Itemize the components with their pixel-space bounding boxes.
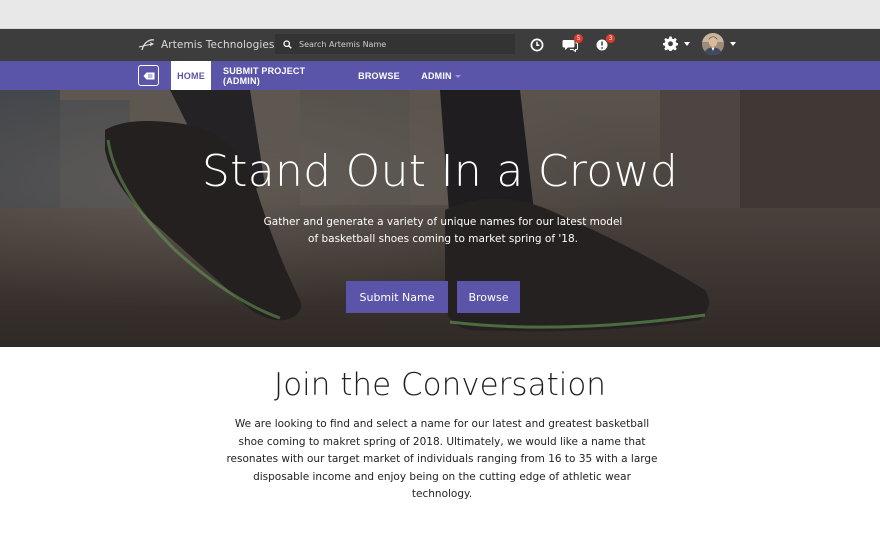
artemis-logo-icon bbox=[138, 39, 155, 51]
search-input[interactable] bbox=[299, 39, 499, 49]
user-caret-icon bbox=[730, 42, 736, 46]
conversation-body-line-4: disposable income and enjoy being on the… bbox=[253, 470, 631, 501]
avatar bbox=[702, 33, 724, 55]
history-button[interactable] bbox=[528, 36, 546, 54]
nav-admin[interactable]: ADMIN bbox=[417, 61, 465, 90]
settings-menu[interactable] bbox=[663, 36, 690, 51]
conversation-body-line-3: resonates with our target market of indi… bbox=[226, 453, 658, 465]
conversation-section: Join the Conversation We are looking to … bbox=[0, 347, 880, 534]
messages-badge: 5 bbox=[574, 34, 583, 43]
nav-submit-project[interactable]: SUBMIT PROJECT (ADMIN) bbox=[223, 61, 344, 90]
notifications-badge: 3 bbox=[606, 34, 615, 43]
search-box[interactable] bbox=[275, 34, 515, 54]
user-menu[interactable] bbox=[702, 33, 736, 55]
app-window: Artemis Technologies 5 bbox=[0, 0, 880, 534]
hero-subtitle-line-1: Gather and generate a variety of unique … bbox=[263, 216, 623, 228]
notifications-button[interactable]: 3 bbox=[593, 34, 615, 54]
tag-icon bbox=[143, 72, 154, 79]
conversation-body-line-1: We are looking to find and select a name… bbox=[234, 418, 650, 430]
hero-banner: Stand Out In a Crowd Gather and generate… bbox=[0, 90, 880, 347]
hero-subtitle: Gather and generate a variety of unique … bbox=[260, 214, 626, 247]
nav-browse-label: BROWSE bbox=[358, 70, 400, 81]
nav-home-label: HOME bbox=[177, 70, 205, 81]
nav-admin-label: ADMIN bbox=[421, 70, 452, 81]
brand[interactable]: Artemis Technologies bbox=[138, 35, 274, 55]
gear-icon bbox=[663, 36, 678, 51]
messages-button[interactable]: 5 bbox=[561, 34, 583, 54]
search-icon bbox=[283, 39, 292, 49]
hero-subtitle-line-2: of basketball shoes coming to market spr… bbox=[308, 232, 578, 245]
conversation-body-line-2: shoe coming to makret spring of 2018. Ul… bbox=[238, 435, 646, 448]
conversation-body: We are looking to find and select a name… bbox=[225, 416, 659, 504]
browser-chrome bbox=[0, 0, 880, 29]
nav-home[interactable]: HOME bbox=[171, 61, 211, 90]
nav-submit-project-label: SUBMIT PROJECT (ADMIN) bbox=[223, 65, 306, 86]
submit-name-button[interactable]: Submit Name bbox=[346, 281, 448, 313]
brand-name: Artemis Technologies bbox=[161, 39, 275, 51]
admin-caret-icon bbox=[454, 74, 461, 78]
conversation-title: Join the Conversation bbox=[274, 367, 606, 403]
hero-title: Stand Out In a Crowd bbox=[201, 146, 679, 197]
nav-browse[interactable]: BROWSE bbox=[355, 61, 403, 90]
nav-toggle-button[interactable] bbox=[138, 65, 159, 86]
browse-button[interactable]: Browse bbox=[457, 281, 520, 313]
settings-caret-icon bbox=[684, 41, 690, 46]
top-bar: Artemis Technologies 5 bbox=[0, 29, 880, 61]
main-nav: HOME SUBMIT PROJECT (ADMIN) BROWSE ADMIN bbox=[0, 61, 880, 90]
history-icon bbox=[530, 38, 544, 52]
